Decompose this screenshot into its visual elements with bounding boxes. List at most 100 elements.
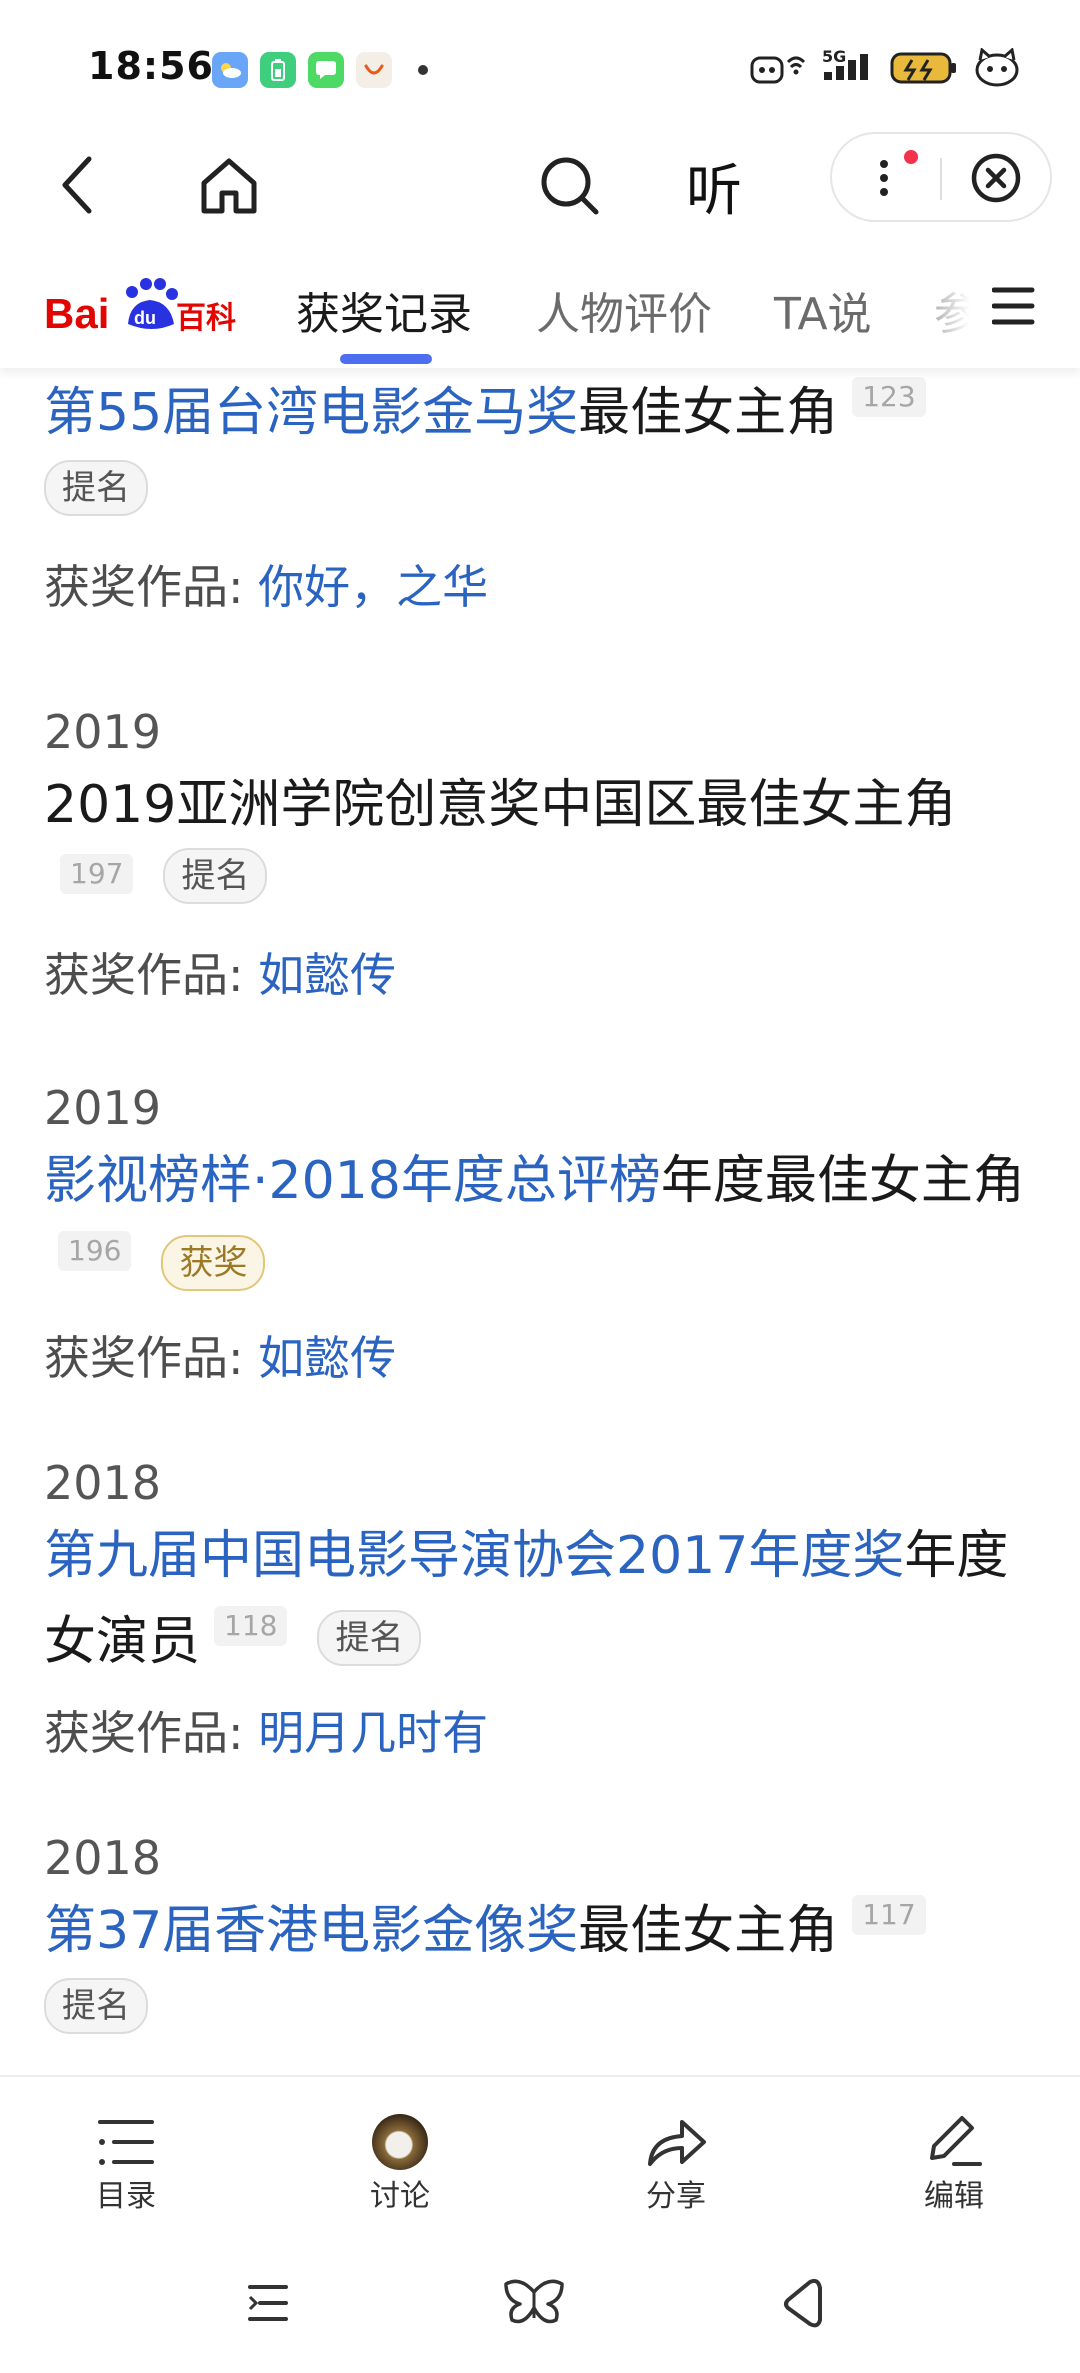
award-entry: 2018 第九届中国电影导演协会2017年度奖年度女演员 118 提名 获奖作品: …: [44, 1453, 1044, 1763]
award-title: 第九届中国电影导演协会2017年度奖年度女演员 118 提名: [44, 1513, 1044, 1685]
tmall-app-icon: [356, 52, 392, 88]
citation-count[interactable]: 196: [58, 1231, 132, 1271]
cat-sticker-icon: [972, 46, 1022, 90]
battery-app-icon: [260, 52, 296, 88]
citation-count[interactable]: 197: [60, 854, 134, 894]
award-year: 2018: [44, 1831, 162, 1885]
award-year: 2019: [44, 1081, 162, 1135]
award-works: 获奖作品: 如懿传: [44, 945, 1044, 1005]
listen-button[interactable]: 听: [686, 146, 742, 227]
award-entry: 2019 第55届台湾电影金马奖最佳女主角123 提名 获奖作品: 你好，之华: [44, 340, 1044, 617]
home-nav-button[interactable]: [502, 2271, 566, 2335]
citation-count[interactable]: 117: [852, 1895, 926, 1935]
work-link[interactable]: 如懿传: [258, 1331, 396, 1385]
tab-ta-says[interactable]: TA说: [774, 278, 872, 342]
award-entry: 2019 影视榜样·2018年度总评榜年度最佳女主角 196 获奖 获奖作品: 如懿…: [44, 1078, 1044, 1388]
discussion-button[interactable]: 讨论: [330, 2107, 470, 2217]
works-label: 获奖作品:: [44, 948, 259, 1002]
signal-5g-icon: 5G: [820, 46, 876, 90]
award-name-link[interactable]: 第55届台湾电影金马奖: [44, 383, 578, 443]
active-tab-indicator: [340, 354, 432, 364]
message-app-icon: [308, 52, 344, 88]
work-link[interactable]: 明月几时有: [258, 1706, 488, 1760]
close-button[interactable]: [966, 148, 1026, 208]
work-link[interactable]: 如懿传: [258, 948, 396, 1002]
status-badge: 提名: [317, 1610, 422, 1666]
award-title: 2019亚洲学院创意奖中国区最佳女主角: [44, 762, 1044, 848]
edit-icon: [930, 2116, 982, 2166]
work-link[interactable]: 你好，之华: [258, 560, 488, 614]
award-name-link[interactable]: 影视榜样·2018年度总评榜: [44, 1151, 661, 1211]
award-category: 2019亚洲学院创意奖中国区最佳女主角: [44, 775, 957, 835]
citation-count[interactable]: 123: [852, 377, 926, 417]
award-works: 获奖作品: 明月几时有: [44, 1703, 1044, 1763]
back-arrow-icon: [62, 156, 92, 214]
back-nav-icon: [784, 2278, 822, 2328]
tab-awards[interactable]: 获奖记录: [296, 278, 472, 342]
search-icon: [541, 157, 599, 215]
notification-red-dot: [904, 150, 918, 164]
close-circle-icon: [971, 153, 1021, 203]
share-label: 分享: [646, 2179, 706, 2214]
award-title: 第55届台湾电影金马奖最佳女主角 123: [44, 370, 1044, 456]
back-nav-button[interactable]: [770, 2271, 834, 2335]
home-icon: [201, 158, 257, 214]
battery-icon: [890, 46, 958, 90]
section-tab-bar: Bai du 百科 获奖记录 人物评价 TA说 参: [0, 250, 1080, 368]
svg-text:du: du: [134, 308, 156, 328]
award-name-link[interactable]: 第37届香港电影金像奖: [44, 1901, 578, 1961]
award-year: 2019: [44, 705, 162, 759]
award-title: 影视榜样·2018年度总评榜年度最佳女主角 196 获奖: [44, 1138, 1044, 1310]
award-entry: 2018 第37届香港电影金像奖最佳女主角 117 提名: [44, 1828, 1044, 2057]
share-button[interactable]: 分享: [606, 2107, 746, 2217]
status-badge: 提名: [44, 460, 148, 516]
status-badge: 提名: [44, 1978, 148, 2034]
award-category: 最佳女主角: [578, 1901, 839, 1961]
catalog-label: 目录: [96, 2179, 156, 2214]
award-name-link[interactable]: 第九届中国电影导演协会2017年度奖: [44, 1526, 904, 1586]
award-year: 2018: [44, 1456, 162, 1510]
edit-label: 编辑: [924, 2179, 984, 2214]
network-type-label: 5G: [822, 47, 846, 66]
award-works: 获奖作品: 你好，之华: [44, 557, 1044, 617]
tab-fade: [900, 250, 1000, 362]
status-bar: 18:56 5G: [0, 0, 1080, 140]
top-nav-bar: 听: [0, 130, 1080, 240]
search-button[interactable]: [534, 150, 604, 220]
tab-reviews[interactable]: 人物评价: [536, 278, 712, 342]
citation-count[interactable]: 118: [214, 1606, 288, 1646]
award-category: 年度最佳女主角: [660, 1151, 1025, 1211]
awards-list: 2019 第55届台湾电影金马奖最佳女主角123 提名 获奖作品: 你好，之华 …: [0, 340, 1080, 2075]
recent-apps-icon: [248, 2285, 288, 2321]
discussion-label: 讨论: [370, 2179, 430, 2214]
butterfly-icon: [504, 2279, 564, 2324]
status-badge: 提名: [163, 848, 268, 904]
edit-button[interactable]: 编辑: [884, 2107, 1024, 2217]
weather-app-icon: [212, 52, 248, 88]
award-works: 获奖作品: 如懿传: [44, 1328, 1044, 1388]
award-title: 第37届香港电影金像奖最佳女主角 117: [44, 1888, 1044, 1974]
recent-apps-button[interactable]: [236, 2271, 300, 2335]
bottom-toolbar: 目录 讨论 分享 编辑: [0, 2075, 1080, 2235]
capsule-divider: [940, 158, 942, 200]
wifi-icon: [750, 46, 806, 90]
catalog-icon: [98, 2120, 154, 2165]
avatar-icon: [372, 2114, 428, 2170]
baike-logo-text: 百科: [176, 301, 236, 336]
baidu-baike-logo: Bai du 百科: [44, 278, 236, 337]
mini-program-capsule: [830, 132, 1052, 222]
status-time: 18:56: [88, 44, 214, 88]
tab-menu-button[interactable]: [991, 286, 1036, 326]
award-entry: 2019 2019亚洲学院创意奖中国区最佳女主角 197 提名 获奖作品: 如懿传: [44, 702, 1044, 1005]
works-label: 获奖作品:: [44, 560, 259, 614]
svg-text:Bai: Bai: [44, 290, 109, 337]
status-indicators: 5G: [750, 46, 1022, 90]
back-button[interactable]: [42, 150, 112, 220]
status-badge-won: 获奖: [161, 1235, 266, 1291]
more-notifications-dot: [418, 65, 428, 75]
hamburger-menu-icon: [991, 287, 1035, 325]
home-button[interactable]: [194, 150, 264, 220]
award-category: 最佳女主角: [578, 383, 839, 443]
catalog-button[interactable]: 目录: [56, 2107, 196, 2217]
system-navigation-bar: [0, 2235, 1080, 2373]
